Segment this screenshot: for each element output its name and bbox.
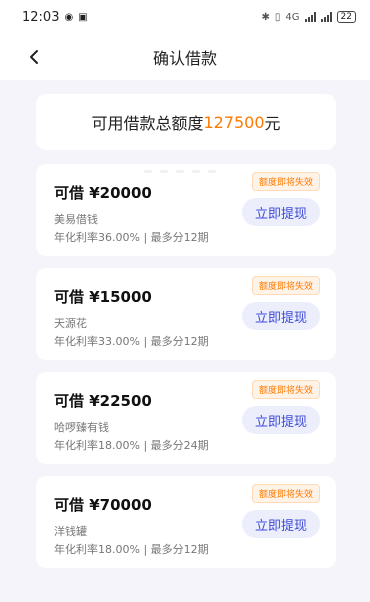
loan-card[interactable]: 可借 ¥70000 洋钱罐 年化利率18.00% | 最多分12期 额度即将失效… [36, 476, 336, 568]
back-button[interactable] [22, 45, 46, 69]
withdraw-button[interactable]: 立即提现 [242, 302, 320, 330]
expire-badge: 额度即将失效 [251, 380, 320, 399]
loan-rate-info: 年化利率33.00% | 最多分12期 [54, 335, 209, 348]
nav-bar: 确认借款 [0, 34, 370, 80]
loan-rate-info: 年化利率18.00% | 最多分24期 [54, 439, 209, 452]
nfc-icon: ▣ [78, 11, 88, 23]
main-content: 可用借款总额度 127500 元 可借 ¥20000 美易借钱 年化利率36.00%… [0, 80, 370, 568]
status-left: 12:03 ◉ ▣ [22, 10, 88, 25]
status-time: 12:03 [22, 9, 60, 25]
loan-card[interactable]: 可借 ¥22500 哈啰臻有钱 年化利率18.00% | 最多分24期 额度即将… [36, 372, 336, 464]
chevron-left-icon [30, 50, 38, 64]
loan-rate-info: 年化利率18.00% | 最多分12期 [54, 543, 209, 556]
summary-prefix: 可用借款总额度 [91, 114, 204, 133]
expire-badge: 额度即将失效 [251, 172, 320, 191]
battery-icon: 22 [336, 11, 356, 23]
vibrate-icon: ▯ [274, 11, 281, 23]
loan-rate-info: 年化利率36.00% | 最多分12期 [54, 231, 209, 244]
card-decoration [144, 170, 216, 173]
status-bar: 12:03 ◉ ▣ ✱ ▯ 4G 22 [0, 0, 370, 34]
signal-icon [304, 12, 316, 22]
page-title: 确认借款 [152, 49, 217, 68]
credit-summary-card: 可用借款总额度 127500 元 [36, 94, 336, 150]
expire-badge: 额度即将失效 [251, 484, 320, 503]
network-label: 4G [285, 11, 300, 23]
loan-card[interactable]: 可借 ¥20000 美易借钱 年化利率36.00% | 最多分12期 额度即将失… [36, 164, 336, 256]
summary-suffix: 元 [264, 114, 281, 133]
withdraw-button[interactable]: 立即提现 [242, 406, 320, 434]
summary-amount: 127500 [203, 112, 265, 132]
bluetooth-icon: ✱ [261, 11, 270, 23]
eye-icon: ◉ [64, 11, 74, 23]
withdraw-button[interactable]: 立即提现 [242, 198, 320, 226]
loan-card[interactable]: 可借 ¥15000 天源花 年化利率33.00% | 最多分12期 额度即将失效… [36, 268, 336, 360]
status-right: ✱ ▯ 4G 22 [262, 11, 356, 23]
withdraw-button[interactable]: 立即提现 [242, 510, 320, 538]
signal-icon-2 [320, 12, 332, 22]
expire-badge: 额度即将失效 [251, 276, 320, 295]
